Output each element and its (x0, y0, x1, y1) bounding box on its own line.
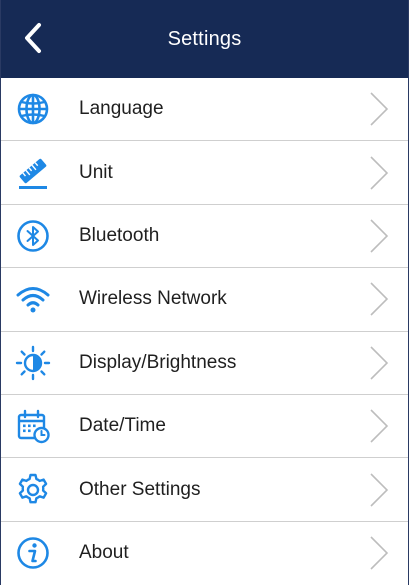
wifi-icon (13, 279, 53, 319)
settings-item-date-time[interactable]: Date/Time (1, 395, 408, 459)
chevron-right-icon (370, 409, 389, 443)
page-title: Settings (167, 27, 242, 50)
header-bar: Settings (1, 0, 408, 78)
settings-item-unit[interactable]: Unit (1, 141, 408, 205)
chevron-right-icon (370, 472, 389, 507)
chevron-right-icon (370, 92, 389, 126)
chevron-right-icon (370, 282, 389, 316)
settings-item-bluetooth[interactable]: Bluetooth (1, 205, 408, 269)
calendar-clock-icon (13, 406, 53, 446)
bluetooth-icon (13, 216, 53, 256)
settings-item-wireless-network[interactable]: Wireless Network (1, 268, 408, 332)
settings-item-label: Date/Time (79, 415, 166, 437)
settings-item-language[interactable]: Language (1, 78, 408, 142)
settings-item-label: Display/Brightness (79, 351, 237, 373)
settings-item-label: Other Settings (79, 478, 201, 500)
chevron-right-icon (370, 219, 389, 253)
settings-item-label: Language (79, 98, 164, 120)
chevron-right-icon (370, 346, 389, 380)
settings-item-display-brightness[interactable]: Display/Brightness (1, 332, 408, 395)
settings-item-about[interactable]: About (1, 522, 408, 585)
gear-icon (13, 470, 53, 510)
globe-icon (13, 89, 53, 129)
settings-item-label: About (79, 542, 129, 564)
settings-item-label: Wireless Network (79, 288, 227, 310)
brightness-icon (13, 343, 53, 383)
settings-screen: Settings Language Unit Bluetooth Wireles… (0, 0, 409, 585)
back-button[interactable] (15, 20, 51, 56)
settings-item-label: Unit (79, 161, 113, 183)
ruler-icon (13, 153, 53, 193)
chevron-right-icon (370, 536, 389, 570)
settings-item-other-settings[interactable]: Other Settings (1, 458, 408, 522)
settings-list: Language Unit Bluetooth Wireless Network… (1, 78, 408, 585)
chevron-right-icon (370, 156, 389, 190)
settings-item-label: Bluetooth (79, 224, 160, 246)
chevron-left-icon (25, 23, 41, 53)
info-icon (13, 533, 53, 573)
